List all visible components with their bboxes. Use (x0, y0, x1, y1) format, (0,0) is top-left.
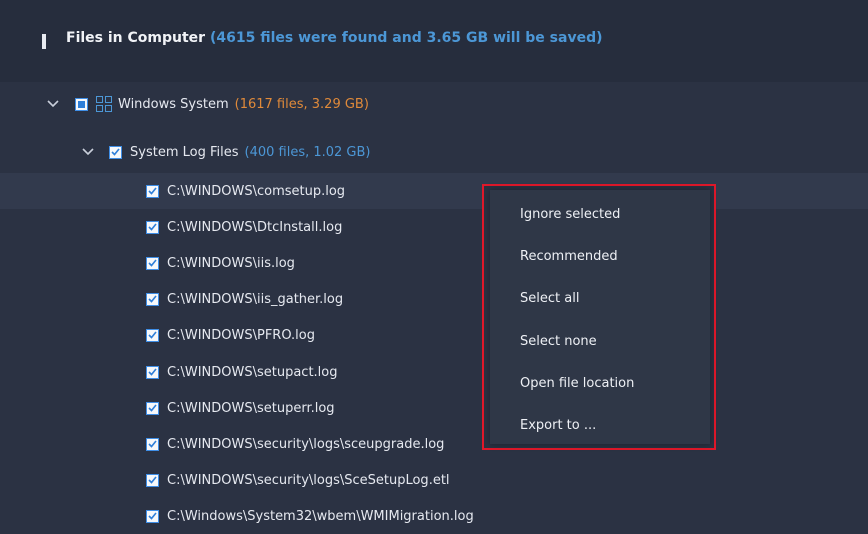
file-row[interactable]: C:\WINDOWS\DtcInstall.log (0, 209, 868, 245)
header-text: Files in Computer (4615 files were found… (66, 30, 603, 46)
file-checkbox[interactable] (146, 184, 159, 198)
chevron-down-icon[interactable] (45, 96, 61, 112)
file-path: C:\WINDOWS\iis.log (167, 255, 295, 271)
menu-item-export-to[interactable]: Export to ... (520, 418, 596, 433)
group-meta: (400 files, 1.02 GB) (244, 144, 371, 160)
file-checkbox[interactable] (146, 401, 159, 415)
file-row[interactable]: C:\WINDOWS\PFRO.log (0, 317, 868, 353)
file-checkbox[interactable] (146, 328, 159, 342)
tree-row-group[interactable]: System Log Files (400 files, 1.02 GB) (0, 134, 868, 170)
file-row[interactable]: C:\WINDOWS\setupact.log (0, 354, 868, 390)
file-path: C:\WINDOWS\DtcInstall.log (167, 219, 343, 235)
file-row[interactable]: C:\Windows\System32\wbem\WMIMigration.lo… (0, 498, 868, 534)
file-checkbox[interactable] (146, 473, 159, 487)
context-menu: Ignore selected Recommended Select all S… (482, 184, 716, 450)
menu-item-select-all[interactable]: Select all (520, 291, 579, 306)
file-row[interactable]: C:\WINDOWS\iis.log (0, 245, 868, 281)
file-checkbox[interactable] (146, 256, 159, 270)
file-checkbox[interactable] (146, 292, 159, 306)
file-row[interactable]: C:\WINDOWS\security\logs\SceSetupLog.etl (0, 462, 868, 498)
category-meta: (1617 files, 3.29 GB) (234, 96, 369, 112)
menu-item-open-file-location[interactable]: Open file location (520, 376, 634, 391)
header-accent-bar (42, 34, 46, 49)
file-row[interactable]: C:\WINDOWS\comsetup.log (0, 173, 868, 209)
group-label: System Log Files (130, 144, 239, 160)
file-checkbox[interactable] (146, 220, 159, 234)
file-path: C:\WINDOWS\security\logs\sceupgrade.log (167, 436, 445, 452)
file-row[interactable]: C:\WINDOWS\setuperr.log (0, 390, 868, 426)
file-row[interactable]: C:\WINDOWS\security\logs\sceupgrade.log (0, 426, 868, 462)
file-path: C:\WINDOWS\security\logs\SceSetupLog.etl (167, 472, 450, 488)
context-menu-panel: Ignore selected Recommended Select all S… (490, 190, 710, 444)
windows-grid-icon (96, 96, 112, 112)
menu-item-ignore-selected[interactable]: Ignore selected (520, 207, 620, 222)
category-label: Windows System (118, 96, 229, 112)
file-path: C:\WINDOWS\comsetup.log (167, 183, 346, 199)
menu-item-select-none[interactable]: Select none (520, 334, 597, 349)
category-checkbox[interactable] (75, 97, 88, 111)
menu-item-recommended[interactable]: Recommended (520, 249, 618, 264)
chevron-down-icon[interactable] (80, 144, 96, 160)
scan-summary: (4615 files were found and 3.65 GB will … (209, 30, 603, 46)
file-path: C:\WINDOWS\setupact.log (167, 364, 338, 380)
group-checkbox[interactable] (109, 145, 122, 159)
file-row[interactable]: C:\WINDOWS\iis_gather.log (0, 281, 868, 317)
file-path: C:\WINDOWS\PFRO.log (167, 327, 315, 343)
file-path: C:\WINDOWS\iis_gather.log (167, 291, 344, 307)
file-checkbox[interactable] (146, 437, 159, 451)
tree-row-category[interactable]: Windows System (1617 files, 3.29 GB) (0, 86, 868, 122)
file-checkbox[interactable] (146, 365, 159, 379)
section-title: Files in Computer (66, 30, 206, 46)
file-checkbox[interactable] (146, 509, 159, 523)
file-path: C:\WINDOWS\setuperr.log (167, 400, 335, 416)
section-header: Files in Computer (4615 files were found… (0, 0, 868, 82)
file-path: C:\Windows\System32\wbem\WMIMigration.lo… (167, 508, 474, 524)
